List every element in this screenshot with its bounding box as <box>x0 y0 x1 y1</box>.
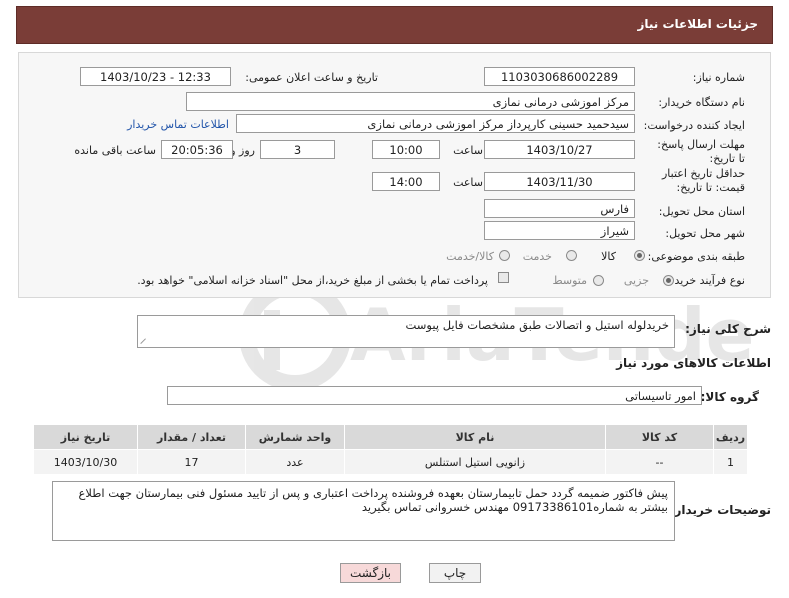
purchase-radio-minor[interactable] <box>663 275 674 286</box>
price-validity-date-field[interactable]: 1403/11/30 <box>484 172 635 191</box>
deadline-label: مهلت ارسال پاسخ: تا تاریخ: <box>657 138 745 165</box>
purchase-option-minor: جزیی <box>623 274 649 287</box>
table-header-row: ردیف کد کالا نام کالا واحد شمارش تعداد /… <box>33 424 748 450</box>
cell-row-number: 1 <box>713 449 748 475</box>
category-label: طبقه بندی موضوعی: <box>647 250 745 263</box>
treasury-payment-checkbox[interactable] <box>498 272 509 283</box>
purchase-option-medium: متوسط <box>552 274 587 287</box>
cell-item-code: -- <box>605 449 714 475</box>
col-item-name: نام کالا <box>344 424 606 450</box>
buyer-contact-link[interactable]: اطلاعات تماس خریدار <box>127 118 229 131</box>
announce-datetime-field[interactable]: 1403/10/23 - 12:33 <box>80 67 231 86</box>
price-validity-time-label: ساعت <box>453 176 483 189</box>
province-field[interactable]: فارس <box>484 199 635 218</box>
col-need-date: تاریخ نیاز <box>33 424 138 450</box>
page-header: جزئیات اطلاعات نیاز <box>16 6 773 44</box>
category-option-goods: کالا <box>601 250 616 263</box>
buyer-org-label: نام دستگاه خریدار: <box>658 96 745 109</box>
col-item-code: کد کالا <box>605 424 714 450</box>
col-unit: واحد شمارش <box>245 424 345 450</box>
cell-unit: عدد <box>245 449 345 475</box>
goods-group-field[interactable]: امور تاسیساتی <box>167 386 702 405</box>
back-button[interactable]: بازگشت <box>340 563 401 583</box>
category-option-goods-service: کالا/خدمت <box>446 250 494 263</box>
price-validity-time-field[interactable]: 14:00 <box>372 172 440 191</box>
need-number-field[interactable]: 1103030686002289 <box>484 67 635 86</box>
category-radio-service[interactable] <box>566 250 577 261</box>
purchase-type-label: نوع فرآیند خرید : <box>667 274 745 287</box>
description-label: شرح کلی نیاز: <box>685 322 771 336</box>
remaining-time-label: ساعت باقی مانده <box>74 144 156 157</box>
cell-need-date: 1403/10/30 <box>33 449 138 475</box>
table-row[interactable]: 1 -- زانویی استیل استنلس عدد 17 1403/10/… <box>33 449 748 475</box>
province-label: استان محل تحویل: <box>658 205 745 218</box>
city-label: شهر محل تحویل: <box>665 227 745 240</box>
description-field[interactable]: خریدلوله استیل و اتصالات طبق مشخصات فایل… <box>137 315 675 348</box>
category-option-service: خدمت <box>522 250 552 263</box>
need-number-label: شماره نیاز: <box>692 71 745 84</box>
goods-section-title: اطلاعات کالاهای مورد نیاز <box>616 356 771 370</box>
treasury-payment-note: پرداخت تمام یا بخشی از مبلغ خرید،از محل … <box>137 274 488 287</box>
buyer-org-field[interactable]: مرکز اموزشی درمانی نمازی <box>186 92 635 111</box>
price-validity-label: حداقل تاریخ اعتبار قیمت: تا تاریخ: <box>661 167 745 194</box>
category-radio-goods-service[interactable] <box>499 250 510 261</box>
goods-table-wrap: ردیف کد کالا نام کالا واحد شمارش تعداد /… <box>33 424 748 475</box>
remaining-time-field[interactable]: 20:05:36 <box>161 140 233 159</box>
cell-item-name: زانویی استیل استنلس <box>344 449 606 475</box>
print-button[interactable]: چاپ <box>429 563 481 583</box>
deadline-time-label: ساعت <box>453 144 483 157</box>
category-radio-goods[interactable] <box>634 250 645 261</box>
city-field[interactable]: شیراز <box>484 221 635 240</box>
col-row-number: ردیف <box>713 424 748 450</box>
creator-field[interactable]: سیدحمید حسینی کارپرداز مرکز اموزشی درمان… <box>236 114 635 133</box>
announce-datetime-label: تاریخ و ساعت اعلان عمومی: <box>245 71 378 84</box>
creator-label: ایجاد کننده درخواست: <box>643 119 745 132</box>
cell-quantity: 17 <box>137 449 246 475</box>
days-label: روز و <box>230 144 255 157</box>
purchase-radio-medium[interactable] <box>593 275 604 286</box>
buyer-notes-field[interactable]: پیش فاکتور ضمیمه گردد حمل تابیمارستان بع… <box>52 481 675 541</box>
goods-group-label: گروه کالا: <box>700 390 759 404</box>
col-quantity: تعداد / مقدار <box>137 424 246 450</box>
buyer-notes-label: توضیحات خریدار: <box>669 503 771 517</box>
deadline-time-field[interactable]: 10:00 <box>372 140 440 159</box>
page-title: جزئیات اطلاعات نیاز <box>637 17 758 31</box>
resize-handle-icon[interactable] <box>140 337 148 345</box>
deadline-date-field[interactable]: 1403/10/27 <box>484 140 635 159</box>
goods-table: ردیف کد کالا نام کالا واحد شمارش تعداد /… <box>33 424 748 475</box>
days-remaining-field[interactable]: 3 <box>260 140 335 159</box>
